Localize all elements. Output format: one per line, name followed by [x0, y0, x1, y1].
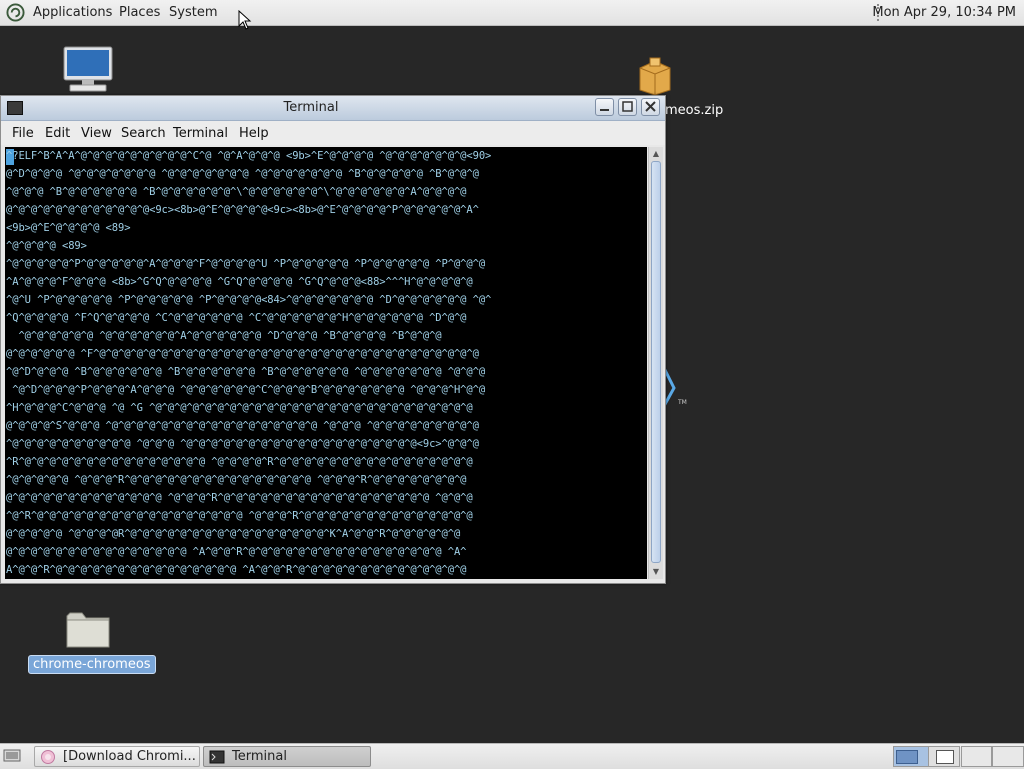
- menu-view[interactable]: View: [81, 126, 112, 141]
- terminal-line: ^@^R^@^@^@^@^@^@^@^@^@^@^@^@^@^@^@^@^@ ^…: [6, 510, 473, 522]
- distro-logo-icon[interactable]: [6, 3, 25, 22]
- folder-label[interactable]: chrome-chromeos: [28, 655, 156, 674]
- terminal-line: A^@^@^R^@^@^@^@^@^@^@^@^@^@^@^@^@^@^@ ^A…: [6, 564, 467, 576]
- terminal-output[interactable]: ^?ELF^B^A^A^@^@^@^@^@^@^@^@^@^C^@ ^@^A^@…: [5, 147, 647, 579]
- terminal-line: ^?ELF^B^A^A^@^@^@^@^@^@^@^@^@^C^@ ^@^A^@…: [6, 150, 492, 162]
- terminal-line: ^Q^@^@^@^@ ^F^Q^@^@^@^@ ^C^@^@^@^@^@^@ ^…: [6, 312, 467, 324]
- bottom-taskbar: [Download Chromi... Terminal: [0, 743, 1024, 769]
- terminal-line: @^@^@^@^S^@^@^@ ^@^@^@^@^@^@^@^@^@^@^@^@…: [6, 420, 479, 432]
- workspace-2[interactable]: [928, 746, 960, 767]
- taskbar-browser-label: [Download Chromi...: [63, 749, 196, 764]
- terminal-window[interactable]: Terminal File Edit View Search Terminal …: [0, 95, 666, 584]
- menu-help[interactable]: Help: [239, 126, 269, 141]
- computer-icon[interactable]: [62, 46, 114, 94]
- taskbar-terminal-button[interactable]: Terminal: [203, 746, 371, 767]
- terminal-line: ^@^@^@^@^@^@^@^@^@^@ ^@^@^@ ^@^@^@^@^@^@…: [6, 438, 479, 450]
- terminal-icon: [209, 750, 225, 764]
- close-button[interactable]: [641, 98, 660, 116]
- terminal-line: @^@^@^@^@^@^@^@^@^@^@^@^@ ^@^@^@^R^@^@^@…: [6, 492, 473, 504]
- terminal-line: ^R^@^@^@^@^@^@^@^@^@^@^@^@^@^@^@ ^@^@^@^…: [6, 456, 473, 468]
- zip-archive-label[interactable]: meos.zip: [665, 103, 723, 118]
- browser-icon: [41, 750, 55, 764]
- terminal-menubar: File Edit View Search Terminal Help: [1, 121, 665, 145]
- terminal-line: ^@^U ^P^@^@^@^@^@ ^P^@^@^@^@^@ ^P^@^@^@^…: [6, 294, 492, 306]
- scrollbar-thumb[interactable]: [651, 161, 661, 563]
- terminal-line: ^A^@^@^@^F^@^@^@ <8b>^G^Q^@^@^@^@ ^G^Q^@…: [6, 276, 473, 288]
- scroll-down-icon[interactable]: ▼: [649, 566, 663, 578]
- menu-places[interactable]: Places: [119, 5, 160, 20]
- maximize-icon: [622, 101, 633, 112]
- terminal-line: ^@^@^@^@ <89>: [6, 240, 87, 252]
- terminal-line: <9b>@^E^@^@^@^@ <89>: [6, 222, 131, 234]
- zip-archive-icon[interactable]: [636, 56, 674, 96]
- svg-text:TM: TM: [677, 399, 687, 406]
- maximize-button[interactable]: [618, 98, 637, 116]
- close-icon: [645, 101, 656, 112]
- taskbar-terminal-label: Terminal: [232, 749, 287, 764]
- terminal-line: @^@^@^@^@ ^@^@^@^@R^@^@^@^@^@^@^@^@^@^@^…: [6, 528, 461, 540]
- terminal-line: @^@^@^@^@^@ ^F^@^@^@^@^@^@^@^@^@^@^@^@^@…: [6, 348, 479, 360]
- terminal-line: ^@^@^@ ^B^@^@^@^@^@^@ ^B^@^@^@^@^@^@^\^@…: [6, 186, 467, 198]
- menu-terminal[interactable]: Terminal: [173, 126, 228, 141]
- terminal-line: ^@^@^@^@^@^P^@^@^@^@^@^A^@^@^@^F^@^@^@^@…: [6, 258, 486, 270]
- menu-edit[interactable]: Edit: [45, 126, 70, 141]
- window-title: Terminal: [283, 100, 339, 115]
- mouse-cursor-icon: [238, 10, 252, 30]
- menu-file[interactable]: File: [12, 126, 34, 141]
- terminal-line: ^@^D^@^@^@^P^@^@^@^A^@^@^@ ^@^@^@^@^@^@^…: [6, 384, 486, 396]
- clock[interactable]: Mon Apr 29, 10:34 PM: [872, 5, 1016, 20]
- terminal-line: ^@^@^@^@^@ ^@^@^@^R^@^@^@^@^@^@^@^@^@^@^…: [6, 474, 467, 486]
- terminal-line: @^@^@^@^@^@^@^@^@^@^@^@<9c><8b>@^E^@^@^@…: [6, 204, 479, 216]
- menu-search[interactable]: Search: [121, 126, 166, 141]
- top-panel: Applications Places System Mon Apr 29, 1…: [0, 0, 1024, 26]
- menu-system[interactable]: System: [169, 5, 217, 20]
- workspace-4[interactable]: [992, 746, 1024, 767]
- window-titlebar[interactable]: Terminal: [1, 96, 665, 121]
- terminal-line: ^@^D^@^@^@ ^B^@^@^@^@^@^@ ^B^@^@^@^@^@^@…: [6, 366, 486, 378]
- show-desktop-icon[interactable]: [3, 749, 21, 764]
- vertical-scrollbar[interactable]: ▲ ▼: [648, 147, 663, 579]
- folder-icon[interactable]: [64, 608, 112, 650]
- scroll-up-icon[interactable]: ▲: [649, 148, 663, 160]
- minimize-icon: [600, 109, 609, 111]
- terminal-line: @^D^@^@^@ ^@^@^@^@^@^@^@ ^@^@^@^@^@^@^@ …: [6, 168, 479, 180]
- terminal-line: @^@^@^@^@^@^@^@^@^@^@^@^@^@^@ ^A^@^@^R^@…: [6, 546, 467, 558]
- workspace-3[interactable]: [961, 746, 992, 767]
- terminal-line: ^@^@^@^@^@^@ ^@^@^@^@^@^@^A^@^@^@^@^@^@ …: [6, 330, 442, 342]
- menu-applications[interactable]: Applications: [33, 5, 112, 20]
- terminal-line: ^H^@^@^@^C^@^@^@ ^@ ^G ^@^@^@^@^@^@^@^@^…: [6, 402, 473, 414]
- minimize-button[interactable]: [595, 98, 614, 116]
- taskbar-browser-button[interactable]: [Download Chromi...: [34, 746, 200, 767]
